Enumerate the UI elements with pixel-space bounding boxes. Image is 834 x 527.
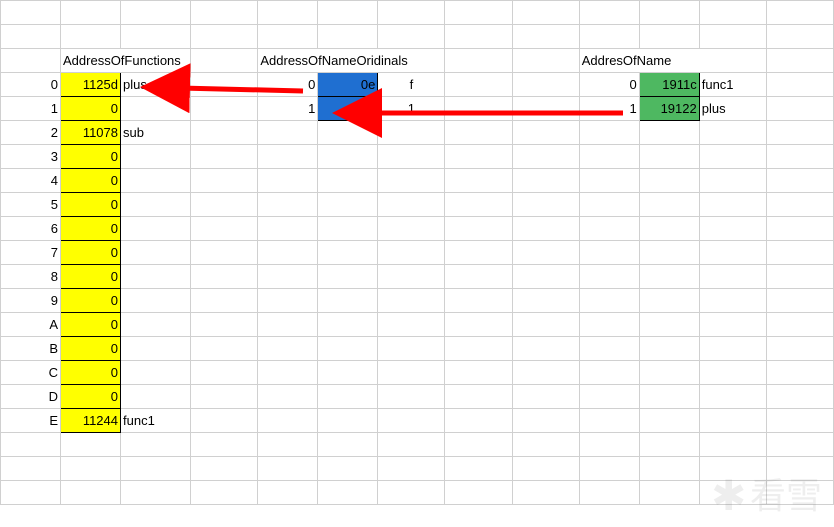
func-idx-B[interactable]: B xyxy=(1,337,61,361)
ord-idx-1[interactable]: 1 xyxy=(258,97,318,121)
func-addr-1[interactable]: 0 xyxy=(61,97,121,121)
func-idx-E[interactable]: E xyxy=(1,409,61,433)
func-idx-1[interactable]: 1 xyxy=(1,97,61,121)
header-ordinals[interactable]: AddressOfNameOridinals xyxy=(258,49,445,73)
func-addr-E[interactable]: 11244 xyxy=(61,409,121,433)
spreadsheet-sheet[interactable]: AddressOfFunctions AddressOfNameOridinal… xyxy=(0,0,834,527)
ord-note-1[interactable]: 1 xyxy=(378,97,445,121)
func-idx-8[interactable]: 8 xyxy=(1,265,61,289)
func-name-E[interactable]: func1 xyxy=(121,409,191,433)
func-name-2[interactable]: sub xyxy=(121,121,191,145)
name-addr-0[interactable]: 1911c xyxy=(639,73,699,97)
func-idx-4[interactable]: 4 xyxy=(1,169,61,193)
watermark-star-icon: ✱ xyxy=(711,475,746,517)
func-addr-C[interactable]: 0 xyxy=(61,361,121,385)
func-addr-6[interactable]: 0 xyxy=(61,217,121,241)
name-name-1[interactable]: plus xyxy=(699,97,766,121)
func-idx-6[interactable]: 6 xyxy=(1,217,61,241)
name-name-0[interactable]: func1 xyxy=(699,73,766,97)
func-idx-C[interactable]: C xyxy=(1,361,61,385)
ord-note-0[interactable]: f xyxy=(378,73,445,97)
func-idx-5[interactable]: 5 xyxy=(1,193,61,217)
func-idx-D[interactable]: D xyxy=(1,385,61,409)
func-addr-4[interactable]: 0 xyxy=(61,169,121,193)
func-addr-3[interactable]: 0 xyxy=(61,145,121,169)
func-idx-A[interactable]: A xyxy=(1,313,61,337)
header-names[interactable]: AddresOfName xyxy=(579,49,766,73)
func-addr-9[interactable]: 0 xyxy=(61,289,121,313)
func-name-1[interactable] xyxy=(121,97,191,121)
spreadsheet-table[interactable]: AddressOfFunctions AddressOfNameOridinal… xyxy=(0,0,834,505)
watermark-text: 看雪 xyxy=(750,478,822,514)
grid-container: AddressOfFunctions AddressOfNameOridinal… xyxy=(0,0,834,527)
func-addr-5[interactable]: 0 xyxy=(61,193,121,217)
watermark: ✱ 看雪 xyxy=(711,475,822,517)
name-addr-1[interactable]: 19122 xyxy=(639,97,699,121)
ord-val-1[interactable]: 0 xyxy=(318,97,378,121)
func-addr-7[interactable]: 0 xyxy=(61,241,121,265)
func-addr-2[interactable]: 11078 xyxy=(61,121,121,145)
name-idx-0[interactable]: 0 xyxy=(579,73,639,97)
func-idx-7[interactable]: 7 xyxy=(1,241,61,265)
func-idx-3[interactable]: 3 xyxy=(1,145,61,169)
header-functions[interactable]: AddressOfFunctions xyxy=(61,49,191,73)
func-addr-8[interactable]: 0 xyxy=(61,265,121,289)
ord-idx-0[interactable]: 0 xyxy=(258,73,318,97)
func-addr-B[interactable]: 0 xyxy=(61,337,121,361)
func-name-0[interactable]: plus xyxy=(121,73,191,97)
func-addr-A[interactable]: 0 xyxy=(61,313,121,337)
func-addr-0[interactable]: 1125d xyxy=(61,73,121,97)
func-addr-D[interactable]: 0 xyxy=(61,385,121,409)
func-idx-2[interactable]: 2 xyxy=(1,121,61,145)
name-idx-1[interactable]: 1 xyxy=(579,97,639,121)
ord-val-0[interactable]: 0e xyxy=(318,73,378,97)
func-idx-0[interactable]: 0 xyxy=(1,73,61,97)
func-idx-9[interactable]: 9 xyxy=(1,289,61,313)
